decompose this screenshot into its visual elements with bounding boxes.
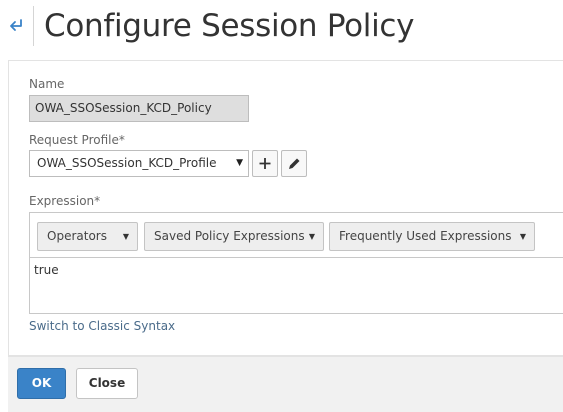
request-profile-value: OWA_SSOSession_KCD_Profile: [37, 156, 217, 170]
page-header: Configure Session Policy: [0, 0, 563, 60]
back-arrow-icon[interactable]: [6, 13, 28, 39]
name-label: Name: [29, 77, 65, 91]
close-button[interactable]: Close: [76, 368, 138, 399]
request-profile-select[interactable]: OWA_SSOSession_KCD_Profile ▼: [29, 150, 249, 177]
add-profile-button[interactable]: [252, 150, 278, 177]
chevron-down-icon: ▼: [122, 232, 129, 241]
operators-dropdown[interactable]: Operators ▼: [37, 222, 138, 251]
frequently-used-expressions-label: Frequently Used Expressions: [339, 229, 512, 243]
ok-button[interactable]: OK: [17, 368, 66, 399]
header-divider: [33, 6, 34, 46]
frequently-used-expressions-dropdown[interactable]: Frequently Used Expressions ▼: [329, 222, 535, 251]
chevron-down-icon: ▼: [308, 232, 315, 241]
expression-editor[interactable]: Operators ▼ Saved Policy Expressions ▼ F…: [29, 212, 563, 314]
name-field: OWA_SSOSession_KCD_Policy: [29, 95, 249, 122]
expression-label: Expression*: [29, 194, 101, 208]
operators-label: Operators: [47, 229, 107, 243]
chevron-down-icon: ▼: [519, 232, 526, 241]
plus-icon: [259, 158, 271, 169]
switch-to-classic-syntax-link[interactable]: Switch to Classic Syntax: [29, 319, 175, 333]
expression-toolbar: Operators ▼ Saved Policy Expressions ▼ F…: [30, 213, 563, 258]
chevron-down-icon: ▼: [236, 158, 243, 168]
page-title: Configure Session Policy: [44, 8, 415, 44]
expression-text[interactable]: true: [34, 263, 59, 277]
saved-policy-expressions-label: Saved Policy Expressions: [154, 229, 305, 243]
request-profile-label: Request Profile*: [29, 133, 125, 147]
saved-policy-expressions-dropdown[interactable]: Saved Policy Expressions ▼: [144, 222, 324, 251]
pencil-icon: [289, 158, 300, 169]
edit-profile-button[interactable]: [281, 150, 307, 177]
